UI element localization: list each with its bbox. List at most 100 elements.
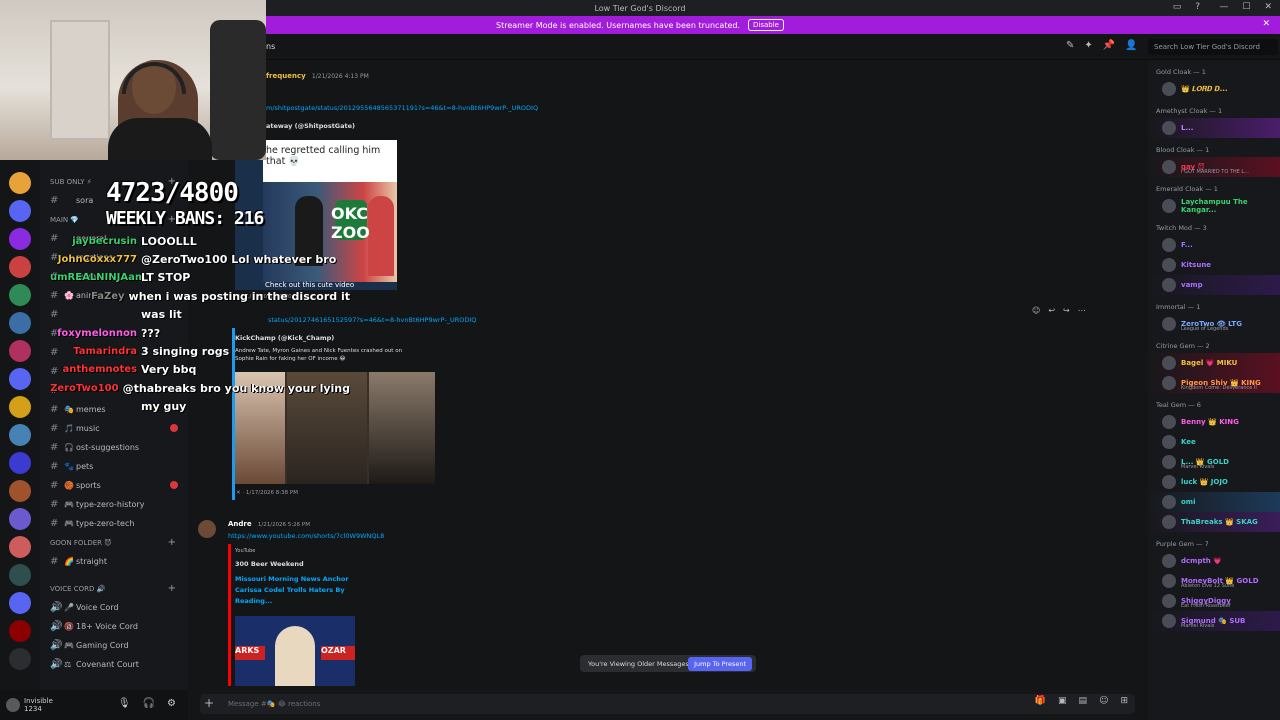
channel-item[interactable]: # 🐾 pets (40, 457, 188, 476)
member-item[interactable]: Kitsune (1148, 255, 1280, 275)
server-icon[interactable] (9, 200, 31, 222)
server-icon[interactable] (9, 284, 31, 306)
reply-icon[interactable]: ↩ (1048, 306, 1055, 315)
help-icon[interactable]: ? (1195, 2, 1200, 12)
message-author[interactable]: frequency (266, 72, 306, 80)
message-input[interactable]: Message #🎭 😂 reactions (200, 694, 1135, 714)
server-icon[interactable] (9, 228, 31, 250)
channel-item[interactable]: # 🎵 music (40, 419, 188, 438)
channel-label: Gaming Cord (76, 641, 129, 650)
member-item[interactable]: 👑 𝑳𝑶𝑹𝑫 𝑫... (1148, 79, 1280, 99)
member-item[interactable]: L... 👑 GOLD Marvel Rivals (1148, 452, 1280, 472)
embed-video-thumbnail[interactable]: ARKS OZAR (235, 616, 355, 686)
member-item[interactable]: gay 😈 I GOT MARRIED TO THE L... (1148, 157, 1280, 177)
stream-chat-line: Tamarindra 3 singing rogs (50, 342, 350, 360)
member-item[interactable]: F... (1148, 235, 1280, 255)
voice-channel[interactable]: 🔊 🎤 Voice Cord (40, 598, 188, 617)
disable-streamer-mode-button[interactable]: Disable (748, 19, 784, 31)
older-messages-text: You're Viewing Older Messages (588, 659, 689, 668)
inbox-icon[interactable]: ▭ (1173, 2, 1182, 12)
server-icon[interactable] (9, 340, 31, 362)
sticker-icon[interactable]: ▤ (1079, 696, 1088, 706)
server-icon[interactable] (9, 312, 31, 334)
reaction-icon[interactable]: ☺ (1032, 306, 1040, 315)
minimize-button[interactable]: — (1219, 2, 1228, 12)
member-item[interactable]: MoneyBolt 👑 GOLD Ableton Live 12 Suite (1148, 571, 1280, 591)
server-icon[interactable] (9, 396, 31, 418)
more-icon[interactable]: ⋯ (1078, 306, 1086, 315)
hash-icon: # (50, 518, 59, 529)
channel-category[interactable]: VOICE CORD 🔊 + (40, 579, 188, 598)
message-actions: ☺ ↩ ↪ ⋯ (1032, 306, 1086, 315)
server-icon[interactable] (9, 536, 31, 558)
settings-gear-icon[interactable]: ⚙ (167, 698, 176, 709)
add-channel-icon[interactable]: + (168, 583, 176, 594)
pin-icon[interactable]: 📌 (1103, 40, 1115, 51)
emoji-icon[interactable]: ☺ (1099, 696, 1108, 706)
add-server-icon[interactable] (9, 648, 31, 670)
message-link[interactable]: m/shitpostgate/status/201295564856537119… (266, 104, 538, 112)
avatar (1162, 199, 1176, 213)
member-item[interactable]: dcmpth 💗 (1148, 551, 1280, 571)
notification-icon[interactable]: ✦ (1084, 40, 1092, 51)
server-icon[interactable] (9, 620, 31, 642)
add-channel-icon[interactable]: + (168, 537, 176, 548)
message-author[interactable]: Andre (228, 520, 252, 528)
upload-icon[interactable]: + (204, 696, 214, 710)
member-item[interactable]: omi (1148, 492, 1280, 512)
member-item[interactable]: Sigmund 🎭 SUB Marvel Rivals (1148, 611, 1280, 631)
server-icon[interactable] (9, 592, 31, 614)
avatar[interactable] (198, 520, 216, 538)
members-icon[interactable]: 👤 (1125, 40, 1137, 51)
voice-channel[interactable]: 🔊 🎮 Gaming Cord (40, 636, 188, 655)
server-icon[interactable] (9, 256, 31, 278)
member-item[interactable]: ZeroTwo 👁 LTG League of Legends (1148, 314, 1280, 334)
member-item[interactable]: Pigeon Shiv 👑 KING Kingdom Come: Delivera… (1148, 373, 1280, 393)
stream-chat-line: umREALNINJAam...LT STOP (50, 269, 350, 287)
voice-channel[interactable]: 🔊 🔞 18+ Voice Cord (40, 617, 188, 636)
apps-icon[interactable]: ⊞ (1120, 696, 1128, 706)
embed-channel[interactable]: 300 Beer Weekend (235, 560, 304, 568)
channel-item[interactable]: # 🎮 type-zero-history (40, 495, 188, 514)
server-icon[interactable] (9, 452, 31, 474)
channel-item[interactable]: # 🎮 type-zero-tech (40, 514, 188, 533)
member-group-header: Teal Gem — 6 (1156, 401, 1201, 409)
forward-icon[interactable]: ↪ (1063, 306, 1070, 315)
server-icon[interactable] (9, 564, 31, 586)
maximize-button[interactable]: ☐ (1242, 2, 1250, 12)
channel-item[interactable]: # 🌈 straight (40, 552, 188, 571)
server-icon[interactable] (9, 508, 31, 530)
server-icon[interactable] (9, 172, 31, 194)
member-item[interactable]: Bagel 💗 MIKU (1148, 353, 1280, 373)
server-icon[interactable] (9, 480, 31, 502)
voice-channel[interactable]: 🔊 ⚖ Covenant Court (40, 655, 188, 674)
member-item[interactable]: L... (1148, 118, 1280, 138)
member-item[interactable]: luck 👑 JOJO (1148, 472, 1280, 492)
embed-title[interactable]: Missouri Morning News Anchor Carissa Cod… (235, 574, 355, 607)
server-icon[interactable] (9, 424, 31, 446)
embed-author[interactable]: ateway (@ShitpostGate) (266, 122, 355, 130)
jump-to-present-button[interactable]: Jump To Present (688, 657, 752, 671)
gif-icon[interactable]: ▣ (1058, 696, 1067, 706)
server-icon[interactable] (9, 368, 31, 390)
member-item[interactable]: Kee (1148, 432, 1280, 452)
channel-item[interactable]: # 🎧 ost-suggestions (40, 438, 188, 457)
member-item[interactable]: Benny 👑 KING (1148, 412, 1280, 432)
member-item[interactable]: vamp (1148, 275, 1280, 295)
member-item[interactable]: ThaBreaks 👑 SKAG (1148, 512, 1280, 532)
channel-item[interactable]: # 🏀 sports (40, 476, 188, 495)
message-link[interactable]: https://www.youtube.com/shorts/7cl0W9WNQ… (228, 532, 384, 540)
search-input[interactable]: Search Low Tier God's Discord (1148, 39, 1278, 55)
threads-icon[interactable]: ✎ (1066, 40, 1074, 51)
channel-label: Covenant Court (76, 660, 139, 669)
member-item[interactable]: ShiggyDiggy Eat Fresh Roastbeef (1148, 591, 1280, 611)
avatar[interactable] (6, 698, 20, 712)
stream-chat-text: LOOOLLL (141, 234, 197, 248)
close-button[interactable]: ✕ (1264, 2, 1272, 12)
channel-category[interactable]: GOON FOLDER 😈 + (40, 533, 188, 552)
headphones-icon[interactable]: 🎧 (143, 698, 155, 709)
mic-icon[interactable]: 🎙 (118, 698, 131, 709)
close-icon[interactable]: ✕ (1262, 19, 1270, 29)
gift-icon[interactable]: 🎁 (1035, 696, 1046, 706)
member-item[interactable]: Laychampuu The Kangar... (1148, 196, 1280, 216)
